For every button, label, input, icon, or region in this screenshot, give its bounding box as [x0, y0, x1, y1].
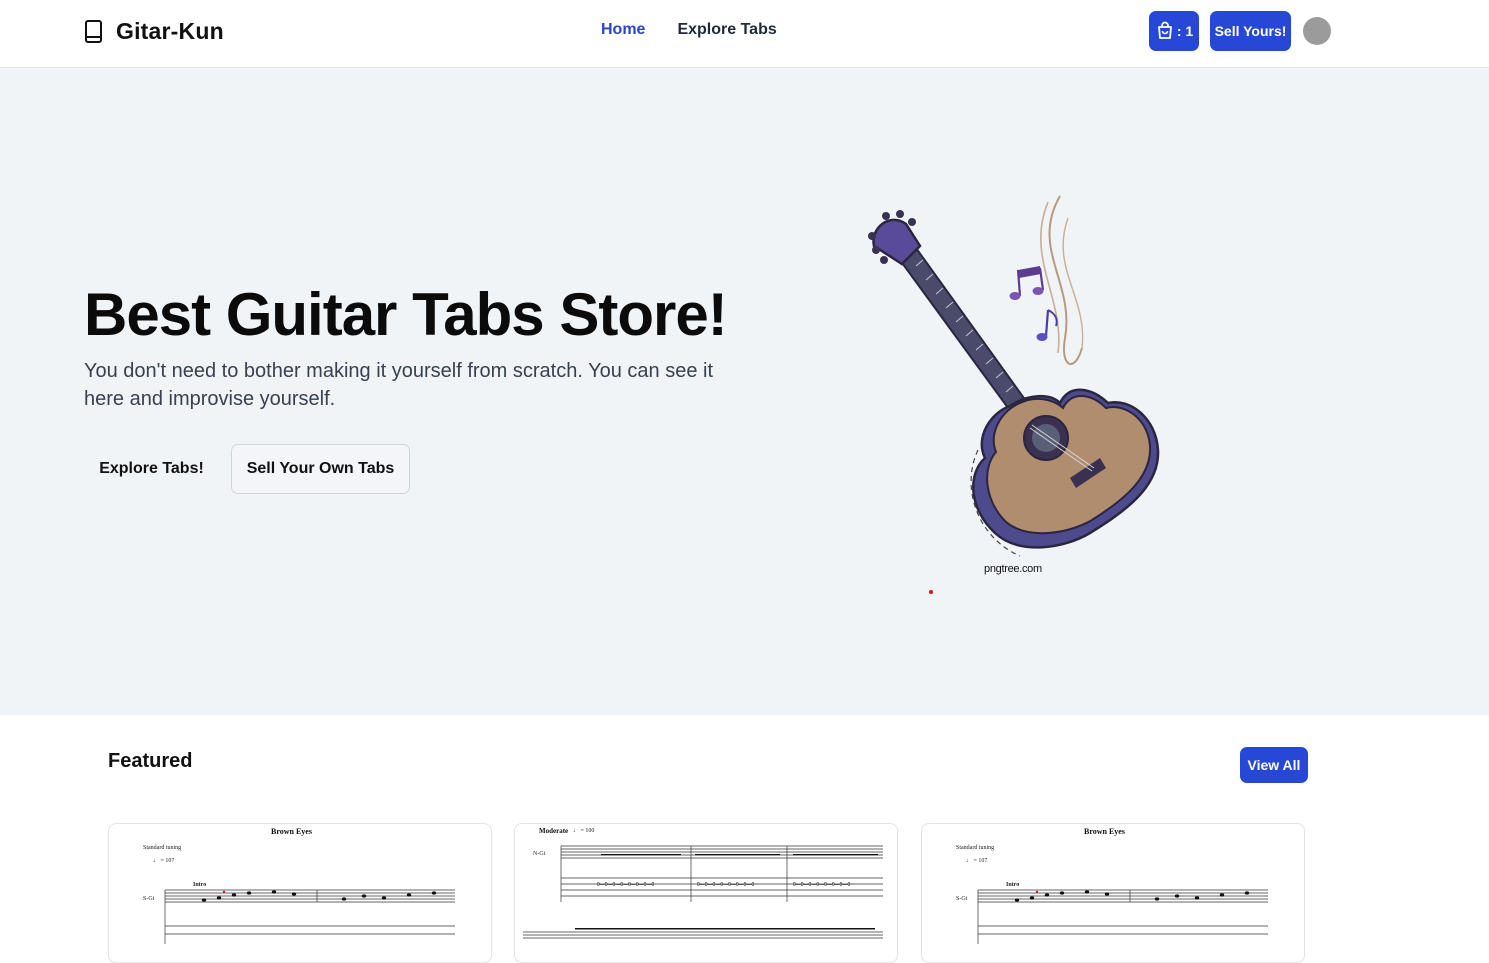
book-icon	[85, 19, 102, 43]
featured-card[interactable]: Moderate ♩ = 100 N-Gt 0—0—0—0—0—0—0—0 0—…	[514, 823, 898, 963]
user-avatar[interactable]	[1303, 17, 1331, 45]
brand[interactable]: Gitar-Kun	[84, 18, 224, 45]
hero-section: Best Guitar Tabs Store! You don't need t…	[0, 68, 1489, 715]
explore-tabs-button[interactable]: Explore Tabs!	[84, 444, 219, 494]
guitar-illustration	[868, 195, 1160, 557]
hero-title: Best Guitar Tabs Store!	[84, 281, 728, 348]
main-nav: Home Explore Tabs	[601, 21, 777, 39]
featured-card[interactable]: Brown Eyes Standard tuning ♩ = 107 S-Gt …	[108, 823, 492, 963]
cart-button[interactable]: : 1	[1149, 11, 1199, 51]
cart-count: : 1	[1176, 23, 1194, 39]
brand-name: Gitar-Kun	[116, 18, 224, 44]
nav-explore-tabs[interactable]: Explore Tabs	[677, 21, 776, 39]
svg-text:0—0—0—0—0—0—0—0: 0—0—0—0—0—0—0—0	[597, 882, 654, 888]
image-credit: pngtree.com	[984, 563, 1042, 575]
view-all-button[interactable]: View All	[1240, 747, 1308, 783]
svg-text:0—0—0—0—0—0—0—0: 0—0—0—0—0—0—0—0	[793, 882, 850, 888]
sheet-music-preview	[977, 889, 1268, 944]
shopping-bag-icon	[1157, 21, 1172, 39]
hero-subtitle: You don't need to bother making it yours…	[84, 360, 714, 410]
sheet-music-preview: 0—0—0—0—0—0—0—0 0—0—0—0—0—0—0—0 0—0—0—0—…	[523, 845, 883, 939]
svg-text:0—0—0—0—0—0—0—0: 0—0—0—0—0—0—0—0	[697, 882, 754, 888]
sheet-music-preview	[164, 889, 455, 944]
music-note-icon	[1009, 266, 1045, 300]
featured-card[interactable]: Brown Eyes Standard tuning ♩ = 107 S-Gt …	[921, 823, 1305, 963]
music-note-icon	[1036, 309, 1058, 341]
sell-yours-button[interactable]: Sell Yours!	[1210, 11, 1291, 51]
sell-own-tabs-button[interactable]: Sell Your Own Tabs	[231, 444, 410, 494]
nav-home[interactable]: Home	[601, 21, 645, 39]
decorative-dot	[929, 590, 933, 594]
top-navbar: Gitar-Kun Home Explore Tabs : 1 Sell You…	[0, 0, 1489, 68]
featured-title: Featured	[108, 750, 193, 772]
